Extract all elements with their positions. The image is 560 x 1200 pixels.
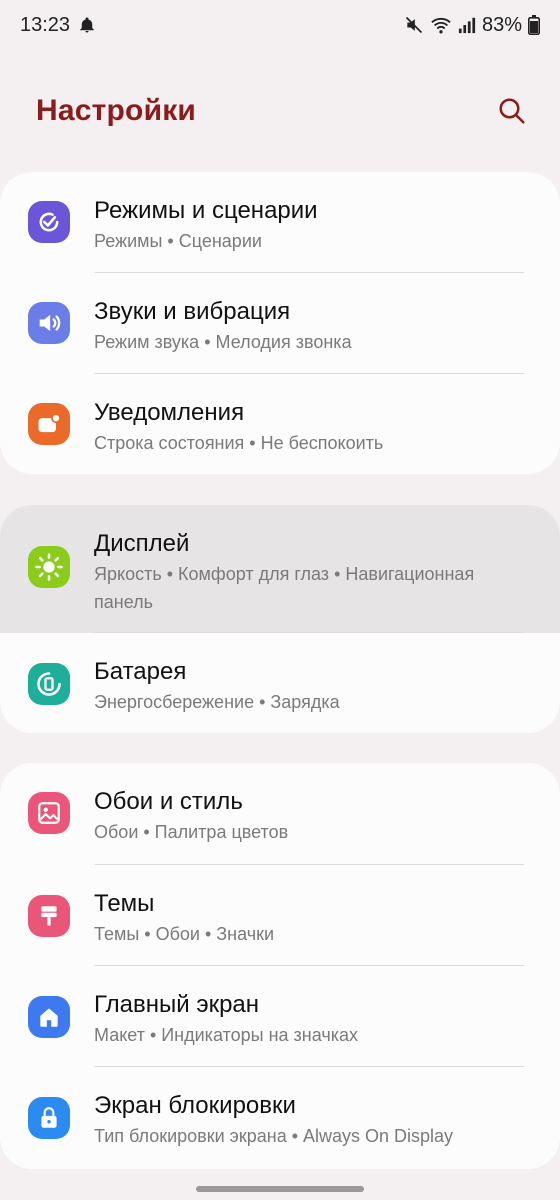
settings-item-subtitle: Режимы • Сценарии — [94, 231, 262, 251]
settings-item-subtitle: Режим звука • Мелодия звонка — [94, 332, 352, 352]
settings-item-subtitle: Тип блокировки экрана • Always On Displa… — [94, 1126, 454, 1146]
header: Настройки — [0, 84, 560, 138]
settings-item-subtitle: Энергосбережение • Зарядка — [94, 692, 340, 712]
notification-bell-icon — [78, 16, 96, 34]
signal-icon — [458, 16, 476, 34]
settings-item-title: Экран блокировки — [94, 1092, 296, 1119]
settings-item-subtitle: Строка состояния • Не беспокоить — [94, 433, 384, 453]
volume-icon — [28, 302, 70, 344]
settings-item-sounds[interactable]: Звуки и вибрация Режим звука • Мелодия з… — [0, 273, 560, 374]
settings-item-subtitle: Темы • Обои • Значки — [94, 924, 275, 944]
lock-icon — [28, 1097, 70, 1139]
status-time: 13:23 — [20, 13, 71, 36]
settings-item-title: Дисплей — [94, 530, 190, 557]
settings-item-title: Батарея — [94, 658, 187, 685]
settings-item-wallpaper[interactable]: Обои и стиль Обои • Палитра цветов — [0, 763, 560, 865]
page-title: Настройки — [36, 94, 197, 127]
search-icon — [499, 98, 525, 124]
settings-item-title: Режимы и сценарии — [94, 197, 318, 224]
status-bar: 13:23 83% — [0, 0, 560, 50]
home-icon — [28, 996, 70, 1038]
settings-item-title: Звуки и вибрация — [94, 298, 291, 325]
brightness-icon — [28, 546, 70, 588]
mute-icon — [404, 15, 424, 35]
notification-icon — [28, 403, 70, 445]
settings-group-3: Обои и стиль Обои • Палитра цветов Темы … — [0, 763, 560, 1169]
battery-percent: 83% — [481, 13, 522, 36]
search-button[interactable] — [492, 91, 532, 131]
settings-item-subtitle: Яркость • Комфорт для глаз • Навигационн… — [94, 564, 475, 612]
battery-icon — [28, 663, 70, 705]
settings-item-themes[interactable]: Темы Темы • Обои • Значки — [0, 865, 560, 966]
battery-status-icon — [528, 15, 540, 35]
settings-item-home-screen[interactable]: Главный экран Макет • Индикаторы на знач… — [0, 966, 560, 1067]
settings-item-modes[interactable]: Режимы и сценарии Режимы • Сценарии — [0, 172, 560, 273]
modes-icon — [28, 201, 70, 243]
settings-item-display[interactable]: Дисплей Яркость • Комфорт для глаз • Нав… — [0, 505, 560, 633]
settings-group-1: Режимы и сценарии Режимы • Сценарии Звук… — [0, 172, 560, 474]
settings-item-title: Обои и стиль — [94, 788, 243, 815]
wallpaper-icon — [28, 792, 70, 834]
settings-item-battery[interactable]: Батарея Энергосбережение • Зарядка — [0, 633, 560, 733]
settings-item-subtitle: Макет • Индикаторы на значках — [94, 1025, 358, 1045]
themes-icon — [28, 895, 70, 937]
settings-item-notifications[interactable]: Уведомления Строка состояния • Не беспок… — [0, 374, 560, 474]
settings-item-title: Главный экран — [94, 991, 260, 1018]
settings-item-title: Уведомления — [94, 399, 245, 426]
settings-item-subtitle: Обои • Палитра цветов — [94, 822, 289, 842]
settings-group-2: Дисплей Яркость • Комфорт для глаз • Нав… — [0, 505, 560, 733]
settings-item-lock-screen[interactable]: Экран блокировки Тип блокировки экрана •… — [0, 1067, 560, 1169]
home-indicator[interactable] — [196, 1186, 364, 1192]
wifi-icon — [430, 15, 452, 35]
settings-item-title: Темы — [94, 890, 155, 917]
